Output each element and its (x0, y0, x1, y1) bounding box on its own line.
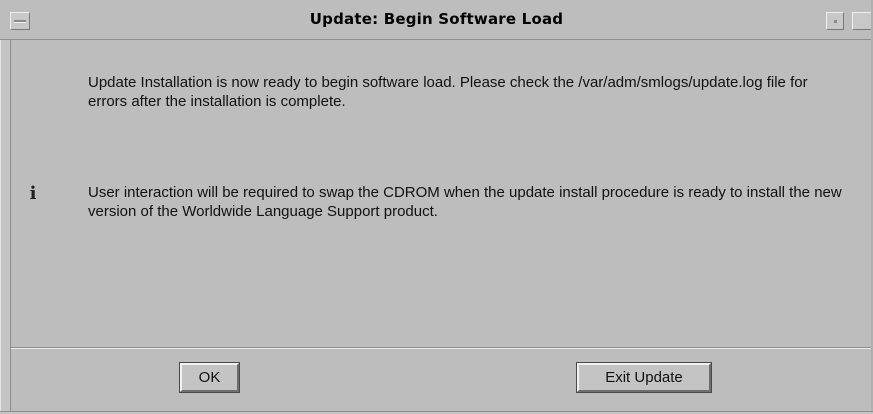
info-icon: i (29, 183, 37, 204)
window-title: Update: Begin Software Load (309, 10, 564, 28)
exit-update-button[interactable]: Exit Update (576, 362, 712, 393)
maximize-icon[interactable] (852, 12, 873, 30)
ok-button[interactable]: OK (179, 362, 240, 393)
message-text-cdrom: User interaction will be required to swa… (88, 184, 842, 220)
window-frame-left (0, 0, 11, 414)
update-dialog: Update: Begin Software Load Update Insta… (0, 0, 873, 414)
message-text-log: Update Installation is now ready to begi… (88, 74, 808, 110)
window-menu-icon[interactable] (10, 12, 30, 30)
title-bar[interactable]: Update: Begin Software Load (0, 0, 873, 40)
button-bar: OK Exit Update (11, 350, 871, 411)
minimize-icon[interactable] (826, 12, 844, 30)
message-area: Update Installation is now ready to begi… (11, 40, 871, 349)
